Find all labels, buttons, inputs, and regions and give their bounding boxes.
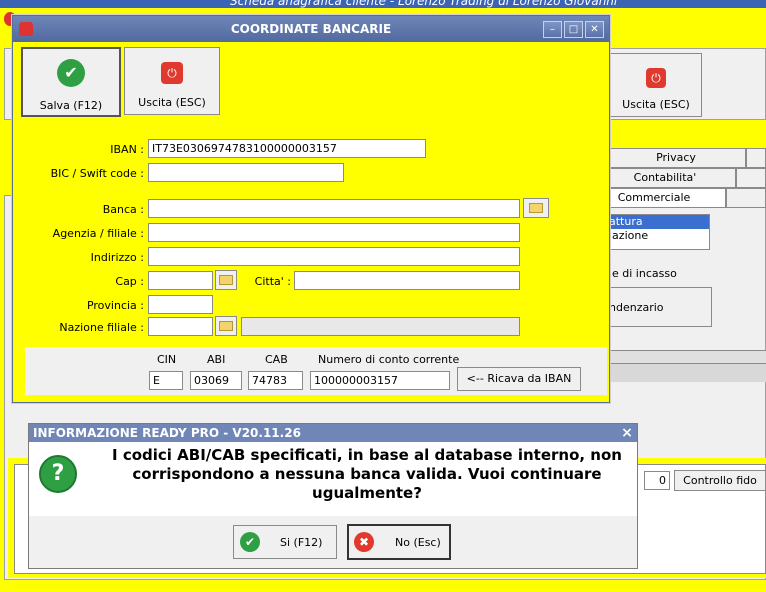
conto-label: Numero di conto corrente <box>318 353 460 366</box>
cin-label: CIN <box>157 353 177 366</box>
close-button[interactable]: ✕ <box>585 21 604 38</box>
tab-extra-1[interactable] <box>746 148 766 168</box>
bg-exit-button[interactable]: ⏻ Uscita (ESC) <box>610 53 702 117</box>
cab-label: CAB <box>265 353 288 366</box>
bic-label: BIC / Swift code : <box>50 167 144 180</box>
banca-label: Banca : <box>102 203 144 216</box>
conto-field[interactable]: 100000003157 <box>310 371 450 390</box>
nazione-description-field <box>241 317 520 336</box>
maximize-button[interactable]: □ <box>564 21 583 38</box>
tab-extra-3[interactable] <box>726 188 766 208</box>
incasso-label: e di incasso <box>612 267 677 280</box>
agenzia-field[interactable] <box>148 223 520 242</box>
bg-window-title: Scheda anagrafica cliente - Lorenzo Trad… <box>230 0 618 8</box>
abi-field[interactable]: 03069 <box>190 371 242 390</box>
list-item[interactable]: iazione <box>597 229 709 243</box>
dialog-app-icon <box>19 22 33 36</box>
cap-browse-button[interactable] <box>215 270 237 290</box>
controllo-fido-button[interactable]: Controllo fido <box>674 470 766 491</box>
scadenzario-button[interactable]: ndenzario <box>596 287 712 327</box>
cancel-icon: ✖ <box>354 532 374 552</box>
bg-gray-band <box>600 364 766 382</box>
stop-icon: ⏻ <box>646 68 666 88</box>
message-titlebar: INFORMAZIONE READY PRO - V20.11.26 <box>29 424 637 442</box>
bg-divider <box>600 350 766 364</box>
check-icon: ✔ <box>57 59 85 87</box>
message-close-button[interactable]: × <box>619 424 635 442</box>
abi-label: ABI <box>207 353 226 366</box>
minimize-button[interactable]: – <box>543 21 562 38</box>
save-button[interactable]: ✔ Salva (F12) <box>21 47 121 117</box>
tab-contabilita[interactable]: Contabilita' <box>594 168 736 188</box>
cap-label: Cap : <box>115 275 144 288</box>
information-message-box: INFORMAZIONE READY PRO - V20.11.26 × ? I… <box>28 423 638 569</box>
question-icon: ? <box>39 455 77 493</box>
coordinate-bancarie-dialog: COORDINATE BANCARIE – □ ✕ ✔ Salva (F12) … <box>12 15 610 403</box>
banca-browse-button[interactable] <box>523 198 549 218</box>
tab-extra-2[interactable] <box>736 168 766 188</box>
dialog-title: COORDINATE BANCARIE <box>230 22 392 36</box>
bic-field[interactable] <box>148 163 344 182</box>
yes-button[interactable]: ✔ Si (F12) <box>233 525 337 559</box>
folder-icon <box>529 203 543 213</box>
bg-list[interactable]: attura iazione <box>596 214 710 250</box>
check-icon: ✔ <box>240 532 260 552</box>
indirizzo-label: Indirizzo : <box>90 251 144 264</box>
nazione-label: Nazione filiale : <box>59 321 144 334</box>
cap-field[interactable] <box>148 271 213 290</box>
indirizzo-field[interactable] <box>148 247 520 266</box>
iban-field[interactable]: IT73E0306974783100000003157 <box>148 139 426 158</box>
tab-privacy[interactable]: Privacy <box>606 148 746 168</box>
citta-field[interactable] <box>294 271 520 290</box>
banca-field[interactable] <box>148 199 520 218</box>
cin-field[interactable]: E <box>149 371 183 390</box>
folder-icon <box>219 321 233 331</box>
citta-label: Citta' : <box>254 275 291 288</box>
provincia-label: Provincia : <box>86 299 144 312</box>
message-text: I codici ABI/CAB specificati, in base al… <box>112 446 622 502</box>
nazione-browse-button[interactable] <box>215 316 237 336</box>
provincia-field[interactable] <box>148 295 213 314</box>
derive-from-iban-button[interactable]: <-- Ricava da IBAN <box>457 367 581 391</box>
no-button[interactable]: ✖ No (Esc) <box>347 524 451 560</box>
list-item[interactable]: attura <box>597 215 709 229</box>
exit-button[interactable]: ⏻ Uscita (ESC) <box>124 47 220 115</box>
dialog-titlebar: COORDINATE BANCARIE <box>13 16 609 42</box>
message-title: INFORMAZIONE READY PRO - V20.11.26 <box>33 426 301 440</box>
fido-value-field[interactable]: 0 <box>644 471 670 490</box>
folder-icon <box>219 275 233 285</box>
stop-icon: ⏻ <box>161 62 183 84</box>
nazione-field[interactable] <box>148 317 213 336</box>
cab-field[interactable]: 74783 <box>248 371 303 390</box>
agenzia-label: Agenzia / filiale : <box>52 227 144 240</box>
iban-label: IBAN : <box>110 143 144 156</box>
